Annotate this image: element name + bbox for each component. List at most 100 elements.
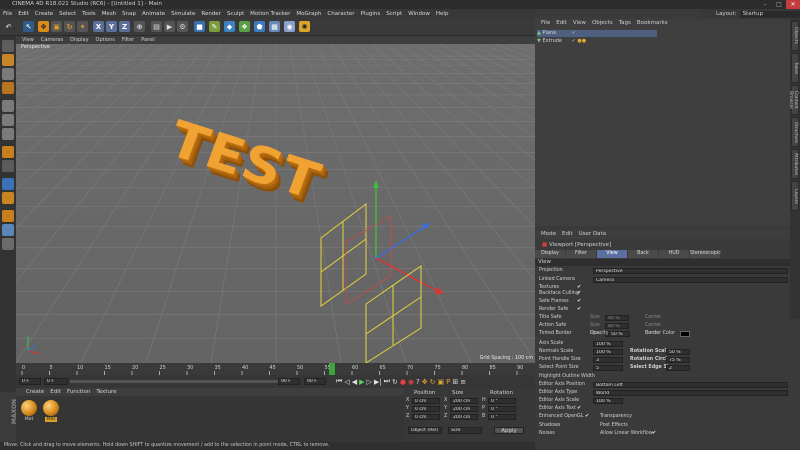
menu-create[interactable]: Create	[35, 11, 53, 17]
autokey-icon[interactable]: ◉	[408, 378, 414, 386]
attr-checkbox[interactable]	[577, 374, 582, 379]
z-axis-icon[interactable]: Z	[119, 21, 130, 32]
deformer-icon[interactable]: ⬟	[254, 21, 265, 32]
tweak-icon[interactable]	[2, 160, 14, 172]
menu-window[interactable]: Window	[408, 11, 430, 17]
model-mode-icon[interactable]	[2, 54, 14, 66]
attr-field[interactable]: Camera	[593, 277, 788, 283]
object-menu-objects[interactable]: Objects	[592, 20, 613, 26]
coord-size-field[interactable]: 200 cm	[450, 414, 478, 420]
pen-icon[interactable]: ✎	[209, 21, 220, 32]
attr-checkbox[interactable]	[577, 323, 582, 328]
rotation-scale-value-field[interactable]: 50 %	[666, 349, 690, 355]
side-tab-layers[interactable]: Layers	[791, 181, 799, 211]
material-menu-texture[interactable]: Texture	[96, 389, 116, 395]
points-mode-icon[interactable]	[2, 100, 14, 112]
workplane-mode-icon[interactable]	[2, 210, 14, 222]
menu-animate[interactable]: Animate	[142, 11, 165, 17]
start-frame-field[interactable]: 0 F	[44, 378, 68, 385]
menu-select[interactable]: Select	[59, 11, 76, 17]
coord-pos-field[interactable]: 0 cm	[412, 406, 440, 412]
attr-checkbox[interactable]: ✔	[585, 414, 590, 419]
attr-field[interactable]: World	[593, 390, 788, 396]
snap-icon[interactable]	[2, 178, 14, 190]
go-to-end-icon[interactable]: ⏭	[384, 377, 390, 386]
scene-icon[interactable]: ▦	[269, 21, 280, 32]
x-axis-icon[interactable]: X	[93, 21, 104, 32]
attr-field[interactable]: 100 %	[593, 341, 623, 347]
current-frame-field[interactable]: 0 F	[19, 378, 41, 385]
camera-icon[interactable]: ◉	[284, 21, 295, 32]
timeline[interactable]: 0 5 10 15 20 25 30 35 40 45 50 55 60 65 70 75 80 85 90	[16, 363, 535, 375]
array-icon[interactable]: ❖	[239, 21, 250, 32]
side-tab-takes[interactable]: Takes	[791, 53, 799, 83]
visibility-icon[interactable]: ✓	[572, 38, 576, 44]
live-selection-icon[interactable]: ↖	[23, 21, 34, 32]
menu-tools[interactable]: Tools	[82, 11, 96, 17]
material-swatch[interactable]: Mat	[20, 400, 38, 422]
layout-dropdown[interactable]: Startup	[739, 10, 800, 18]
tab-stereoscopic[interactable]: Stereoscopic	[690, 250, 721, 258]
side-tab-content-browser[interactable]: Content Browser	[788, 85, 799, 115]
side-tab-objects[interactable]: Objects	[791, 21, 799, 51]
attr-field[interactable]: 3	[593, 357, 623, 363]
prev-frame-icon[interactable]: ◀	[352, 378, 357, 386]
coord-size-mode-dropdown[interactable]: Size	[448, 427, 482, 434]
make-editable-icon[interactable]	[2, 40, 14, 52]
attribute-menu-user-data[interactable]: User Data	[579, 231, 606, 237]
coord-rot-field[interactable]: 0 °	[488, 414, 516, 420]
tab-view[interactable]: View	[597, 250, 627, 258]
material-menu-edit[interactable]: Edit	[50, 389, 61, 395]
coord-rot-field[interactable]: 0 °	[488, 406, 516, 412]
lock-workplane-icon[interactable]	[2, 238, 14, 250]
tab-display[interactable]: Display	[535, 250, 565, 258]
object-row-plane[interactable]: ▲ Plane ✓	[537, 30, 657, 37]
render-view-icon[interactable]: ▤	[151, 21, 162, 32]
rotate-icon[interactable]: ↻	[64, 21, 75, 32]
viewport-menu-view[interactable]: View	[22, 37, 34, 43]
tab-hud[interactable]: HUD	[659, 250, 689, 258]
visibility-icon[interactable]: ✓	[572, 30, 576, 36]
recent-tools-icon[interactable]: ✦	[77, 21, 88, 32]
attr-checkbox[interactable]	[585, 431, 590, 436]
attribute-menu-mode[interactable]: Mode	[541, 231, 556, 237]
edges-mode-icon[interactable]	[2, 114, 14, 126]
enable-snap-icon[interactable]	[2, 192, 14, 204]
attr-checkbox[interactable]: ✔	[577, 406, 582, 411]
key-position-icon[interactable]: ✥	[422, 378, 428, 386]
record-icon[interactable]: ●	[400, 378, 406, 386]
material-menu-function[interactable]: Function	[67, 389, 90, 395]
menu-edit[interactable]: Edit	[18, 11, 29, 17]
next-frame-icon[interactable]: ▷	[366, 378, 371, 386]
axis-mode-icon[interactable]	[2, 146, 14, 158]
attr-field[interactable]: Bottom Left	[593, 382, 788, 388]
attr-checkbox[interactable]	[652, 414, 657, 419]
menu-file[interactable]: File	[3, 11, 12, 17]
object-menu-view[interactable]: View	[573, 20, 586, 26]
coord-mode-dropdown[interactable]: Object (Rel)	[408, 427, 442, 434]
key-scale-icon[interactable]: ▣	[438, 378, 445, 386]
move-icon[interactable]: ✥	[38, 21, 49, 32]
material-menu-create[interactable]: Create	[26, 389, 44, 395]
viewport-menu-panel[interactable]: Panel	[141, 37, 155, 43]
coord-pos-field[interactable]: 0 cm	[412, 414, 440, 420]
workplane-icon[interactable]	[2, 82, 14, 94]
material-swatch[interactable]: Mat	[42, 400, 60, 422]
viewport-menu-options[interactable]: Options	[96, 37, 115, 43]
viewport-menu-filter[interactable]: Filter	[122, 37, 134, 43]
max-frame-field[interactable]: 90 F	[304, 378, 326, 385]
attr-field[interactable]: 100 %	[593, 398, 623, 404]
cube-icon[interactable]: ■	[194, 21, 205, 32]
side-tab-attributes[interactable]: Attributes	[791, 149, 799, 179]
attr-checkbox[interactable]	[652, 423, 657, 428]
viewport-menu-display[interactable]: Display	[70, 37, 88, 43]
object-manager[interactable]: ▲ Plane ✓ ▼ Extrude ✓ ●●	[535, 28, 790, 226]
attr-checkbox[interactable]	[585, 423, 590, 428]
viewport-menu-cameras[interactable]: Cameras	[41, 37, 63, 43]
go-to-start-icon[interactable]: ⏮	[336, 377, 342, 386]
attr-field[interactable]: 100 %	[593, 349, 623, 355]
menu-script[interactable]: Script	[386, 11, 402, 17]
render-picture-viewer-icon[interactable]: ▶	[164, 21, 175, 32]
key-pla-icon[interactable]: ⊞	[452, 378, 458, 386]
menu-render[interactable]: Render	[201, 11, 221, 17]
